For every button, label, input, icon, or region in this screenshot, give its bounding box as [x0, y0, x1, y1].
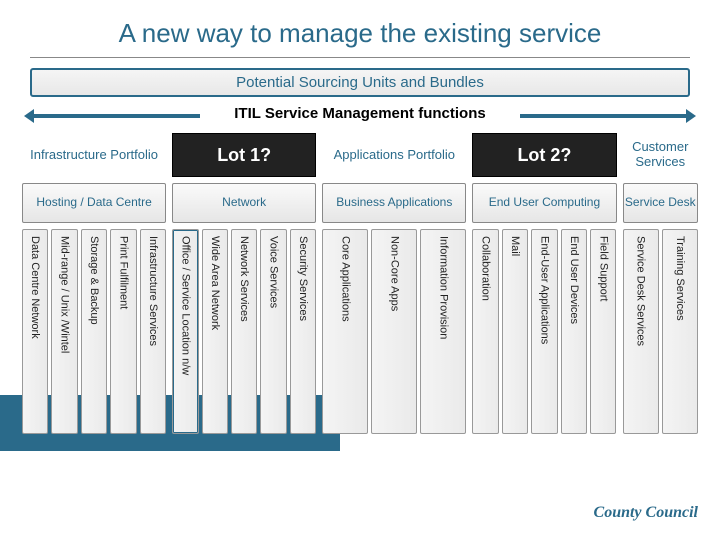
header-applications: Applications Portfolio	[322, 133, 466, 177]
verts-cust: Service Desk Services Training Services	[623, 229, 699, 434]
span-bar-right	[520, 114, 690, 118]
itil-span-label: ITIL Service Management functions	[30, 105, 690, 127]
header-infrastructure: Infrastructure Portfolio	[22, 133, 166, 177]
vbox: End User Devices	[561, 229, 587, 434]
header-lot2: Lot 2?	[472, 133, 616, 177]
mid-euc: End User Computing	[472, 183, 616, 223]
mid-network: Network	[172, 183, 316, 223]
header-lot1: Lot 1?	[172, 133, 316, 177]
vbox: Infrastructure Services	[140, 229, 166, 434]
vbox: Network Services	[231, 229, 257, 434]
mid-hosting: Hosting / Data Centre	[22, 183, 166, 223]
vbox: Office / Service Location n/w	[172, 229, 198, 434]
vbox: Print Fulfilment	[110, 229, 136, 434]
vbox: Wide Area Network	[202, 229, 228, 434]
vbox: Information Provision	[420, 229, 466, 434]
footer-brand: County Council	[594, 504, 698, 522]
header-customer: Customer Services	[623, 133, 699, 177]
col-infrastructure: Infrastructure Portfolio Hosting / Data …	[22, 133, 166, 434]
vbox: Training Services	[662, 229, 698, 434]
verts-apps: Core Applications Non-Core Apps Informat…	[322, 229, 466, 434]
verts-lot2: Collaboration Mail End-User Applications…	[472, 229, 616, 434]
page-title: A new way to manage the existing service	[30, 0, 690, 58]
itil-text: ITIL Service Management functions	[234, 105, 485, 122]
vbox: Core Applications	[322, 229, 368, 434]
arrow-right-icon	[686, 109, 696, 123]
mid-business-apps: Business Applications	[322, 183, 466, 223]
vbox: End-User Applications	[531, 229, 557, 434]
col-applications: Applications Portfolio Business Applicat…	[322, 133, 466, 434]
vbox: Security Services	[290, 229, 316, 434]
vbox: Mail	[502, 229, 528, 434]
vbox: Data Centre Network	[22, 229, 48, 434]
vbox: Voice Services	[260, 229, 286, 434]
vbox: Non-Core Apps	[371, 229, 417, 434]
span-bar-left	[30, 114, 200, 118]
col-lot2: Lot 2? End User Computing Collaboration …	[472, 133, 616, 434]
vbox: Mid-range / Unix /Wintel	[51, 229, 77, 434]
vbox: Service Desk Services	[623, 229, 659, 434]
verts-lot1: Office / Service Location n/w Wide Area …	[172, 229, 316, 434]
mid-service-desk: Service Desk	[623, 183, 699, 223]
vbox: Storage & Backup	[81, 229, 107, 434]
col-customer: Customer Services Service Desk Service D…	[623, 133, 699, 434]
verts-infra: Data Centre Network Mid-range / Unix /Wi…	[22, 229, 166, 434]
vbox: Field Support	[590, 229, 616, 434]
sub-banner: Potential Sourcing Units and Bundles	[30, 68, 690, 97]
col-lot1: Lot 1? Network Office / Service Location…	[172, 133, 316, 434]
vbox: Collaboration	[472, 229, 498, 434]
diagram-grid: Infrastructure Portfolio Hosting / Data …	[22, 133, 698, 434]
